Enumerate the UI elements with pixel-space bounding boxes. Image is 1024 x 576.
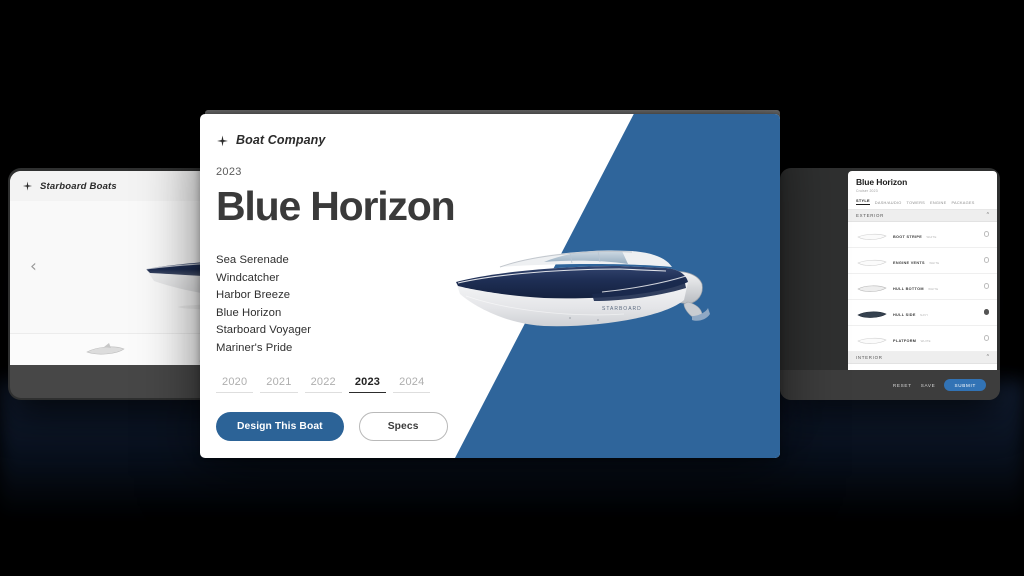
list-item[interactable]: Harbor Breeze (216, 287, 356, 305)
option-row[interactable]: ENGINE VENTS WHITE (848, 247, 997, 274)
configurator-title-block: Blue Horizon Cruiser 2023 (848, 171, 997, 195)
tab-dash-audio[interactable]: DASH/AUDIO (875, 200, 902, 205)
option-row[interactable]: HULL SIDE NAVY (848, 299, 997, 326)
card-header: Boat Company (200, 114, 780, 166)
year-tab-2024[interactable]: 2024 (393, 374, 431, 394)
list-item[interactable]: Starboard Voyager (216, 322, 356, 340)
option-radio[interactable] (983, 231, 989, 237)
option-radio[interactable] (983, 283, 989, 289)
option-sublabel: WHITE (929, 261, 940, 265)
option-row[interactable]: HULL BOTTOM WHITE (848, 273, 997, 300)
configurator-tabs[interactable]: STYLE DASH/AUDIO TOWERS ENGINE PACKAGES (848, 195, 997, 210)
year-selector[interactable]: 2020 2021 2022 2023 2024 (216, 374, 780, 394)
list-item[interactable]: Blue Horizon (216, 305, 356, 323)
section-header-interior[interactable]: INTERIOR ^ (848, 351, 997, 364)
year-tab-2022[interactable]: 2022 (304, 374, 342, 394)
option-swatch-icon (856, 333, 888, 344)
configurator-model-subtitle: Cruiser 2023 (856, 188, 878, 193)
option-row[interactable]: BOOT STRIPE WHITE (848, 221, 997, 248)
option-sublabel: WHITE (928, 287, 939, 291)
option-radio[interactable] (983, 335, 989, 341)
option-swatch-icon (856, 307, 888, 318)
option-labels: PLATFORM WHITE (893, 329, 979, 347)
option-labels: HULL SIDE NAVY (893, 303, 979, 321)
specs-button[interactable]: Specs (358, 412, 448, 442)
tab-style[interactable]: STYLE (856, 198, 870, 205)
page-title: Blue Horizon (216, 183, 456, 229)
model-year-label: 2023 (216, 166, 242, 178)
tab-towers[interactable]: TOWERS (907, 200, 926, 205)
option-label: BOOT STRIPE (893, 235, 923, 239)
sparkle-icon (22, 180, 33, 192)
design-this-boat-button[interactable]: Design This Boat (216, 412, 344, 442)
gallery-thumbnail[interactable] (10, 334, 202, 366)
option-labels: BOOT STRIPE WHITE (893, 225, 979, 243)
hero-boat-image: STARBOARD (456, 250, 710, 327)
list-item[interactable]: Sea Serenade (216, 252, 356, 270)
chevron-up-icon[interactable]: ^ (987, 212, 989, 218)
option-label: HULL SIDE (893, 313, 916, 317)
front-card: Boat Company 2023 Blue Horizon Sea Seren… (200, 114, 780, 458)
chevron-up-icon[interactable]: ^ (987, 354, 989, 360)
option-labels: ENGINE VENTS WHITE (893, 251, 979, 269)
submit-button[interactable]: SUBMIT (944, 379, 986, 391)
tab-packages[interactable]: PACKAGES (951, 200, 974, 205)
option-swatch-icon (856, 281, 888, 292)
year-tab-2021[interactable]: 2021 (260, 374, 298, 394)
list-item[interactable]: Mariner's Pride (216, 340, 356, 358)
configurator-sheet: Blue Horizon Cruiser 2023 STYLE DASH/AUD… (848, 171, 997, 374)
save-button[interactable]: SAVE (921, 383, 936, 388)
option-sublabel: WHITE (926, 235, 937, 239)
background-window-configurator[interactable]: Blue Horizon Cruiser 2023 STYLE DASH/AUD… (780, 168, 1000, 400)
tab-engine[interactable]: ENGINE (930, 200, 946, 205)
option-swatch-icon (856, 229, 888, 240)
gallery-prev-arrow[interactable]: ‹ (30, 258, 37, 276)
option-row[interactable]: PLATFORM WHITE (848, 325, 997, 352)
section-label: EXTERIOR (856, 212, 885, 218)
option-radio[interactable] (983, 257, 989, 263)
option-radio-selected[interactable] (983, 309, 989, 315)
card-brand-label: Boat Company (236, 133, 326, 147)
svg-text:STARBOARD: STARBOARD (602, 306, 642, 312)
year-tab-2023[interactable]: 2023 (348, 374, 387, 394)
cta-row: Design This Boat Specs (216, 412, 780, 442)
configurator-footer: RESET SAVE SUBMIT (780, 370, 1000, 400)
option-label: ENGINE VENTS (893, 261, 925, 265)
section-header-exterior[interactable]: EXTERIOR ^ (848, 209, 997, 222)
reset-button[interactable]: RESET (893, 383, 912, 388)
option-sublabel: WHITE (920, 339, 931, 343)
gallery-brand-label: Starboard Boats (40, 180, 117, 192)
option-label: HULL BOTTOM (893, 287, 924, 291)
option-labels: HULL BOTTOM WHITE (893, 277, 979, 295)
section-label: INTERIOR (856, 354, 883, 360)
option-swatch-icon (856, 255, 888, 266)
option-sublabel: NAVY (920, 313, 929, 317)
configurator-model-title: Blue Horizon (856, 177, 908, 187)
sparkle-icon (216, 135, 228, 146)
list-item[interactable]: Windcatcher (216, 270, 356, 288)
year-tab-2020[interactable]: 2020 (216, 374, 254, 394)
option-label: PLATFORM (893, 339, 917, 343)
